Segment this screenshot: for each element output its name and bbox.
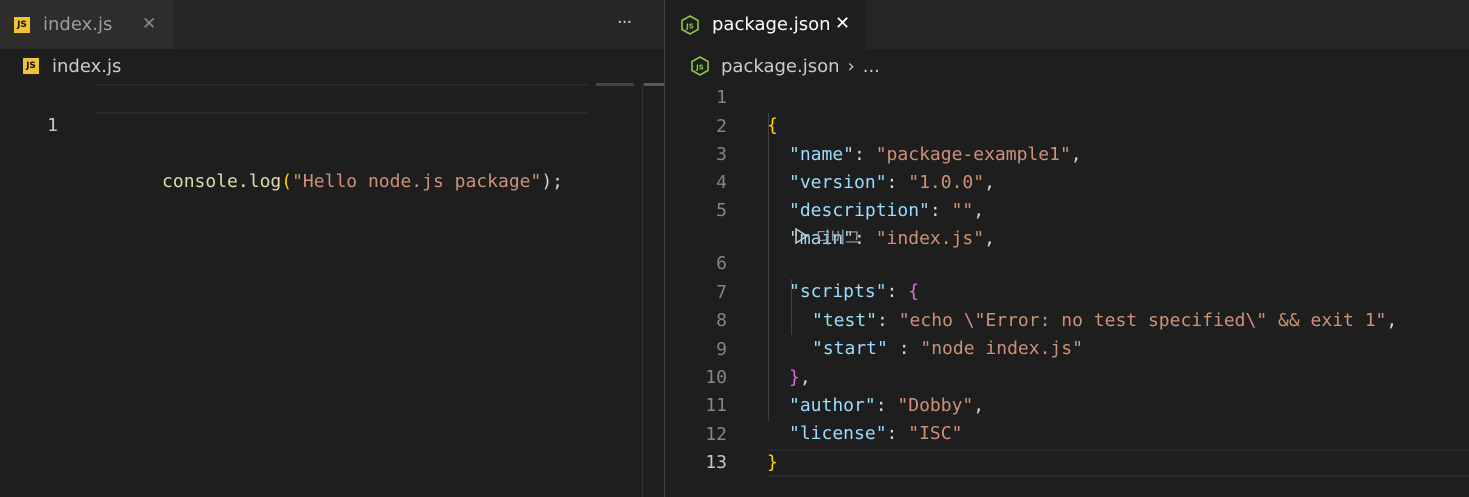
code-paren: (	[281, 171, 293, 192]
tab-label: index.js	[43, 14, 113, 35]
code-line: "start" : "node index.js"	[665, 307, 1469, 359]
close-icon[interactable]: ✕	[142, 14, 156, 34]
nodejs-icon: JS	[691, 56, 709, 76]
breadcrumb-file[interactable]: package.json	[721, 56, 840, 77]
code-line: "test": "echo \"Error: no test specified…	[665, 279, 1469, 331]
code-line: "description": "",	[665, 169, 1469, 221]
code-line: }	[665, 421, 1469, 473]
code-line: "version": "1.0.0",	[665, 141, 1469, 193]
js-file-icon: JS	[23, 58, 39, 74]
code-line[interactable]: 1 console.log("Hello node.js package");	[0, 84, 664, 192]
current-line-highlight	[767, 449, 1469, 477]
svg-text:JS: JS	[695, 64, 704, 72]
breadcrumb: JS package.json › ...	[665, 49, 1469, 83]
code-line: "license": "ISC"	[665, 392, 1469, 444]
code-text: console.log("Hello node.js package");	[97, 140, 563, 224]
right-editor-group: JS package.json ✕ JS package.json › ... …	[665, 0, 1469, 497]
js-file-icon: JS	[14, 16, 30, 33]
nodejs-icon: JS	[681, 14, 699, 35]
close-icon[interactable]: ✕	[835, 14, 850, 34]
scrollbar-top-marker	[644, 83, 664, 86]
left-editor-group: JS index.js ✕ ··· JS index.js 1 console.…	[0, 0, 664, 497]
breadcrumb-more[interactable]: ...	[863, 56, 880, 77]
code-line: },	[665, 336, 1469, 388]
svg-text:JS: JS	[685, 22, 694, 30]
more-actions-icon[interactable]: ···	[617, 12, 632, 33]
breadcrumb: JS index.js	[0, 49, 664, 83]
code-line: "author": "Dobby",	[665, 364, 1469, 416]
code-line: "main": "index.js",	[665, 197, 1469, 249]
play-icon	[795, 228, 808, 244]
left-tab-bar: JS index.js ✕ ···	[0, 0, 664, 49]
codelens-label: 디버그	[816, 228, 861, 247]
tab-package-json[interactable]: JS package.json ✕	[665, 0, 865, 49]
tab-index-js[interactable]: JS index.js ✕	[0, 0, 175, 49]
codelens-debug[interactable]: 디버그	[794, 224, 860, 248]
chevron-right-icon: ›	[847, 55, 855, 77]
code-punct: );	[541, 171, 564, 192]
json-value: "index.js"	[875, 228, 985, 249]
tab-label: package.json	[712, 14, 831, 35]
code-string: "Hello node.js package"	[292, 171, 542, 192]
vertical-scrollbar[interactable]	[642, 83, 664, 497]
code-brace: }	[767, 452, 778, 473]
code-line: "name": "package-example1",	[665, 113, 1469, 165]
line-number: 1	[47, 115, 58, 136]
code-line: "scripts": {	[665, 250, 1469, 302]
code-line: {	[665, 84, 1469, 136]
right-tab-bar: JS package.json ✕	[665, 0, 1469, 49]
breadcrumb-file[interactable]: index.js	[52, 56, 121, 77]
minimap[interactable]	[596, 83, 634, 86]
code-function: console.log	[162, 171, 282, 192]
